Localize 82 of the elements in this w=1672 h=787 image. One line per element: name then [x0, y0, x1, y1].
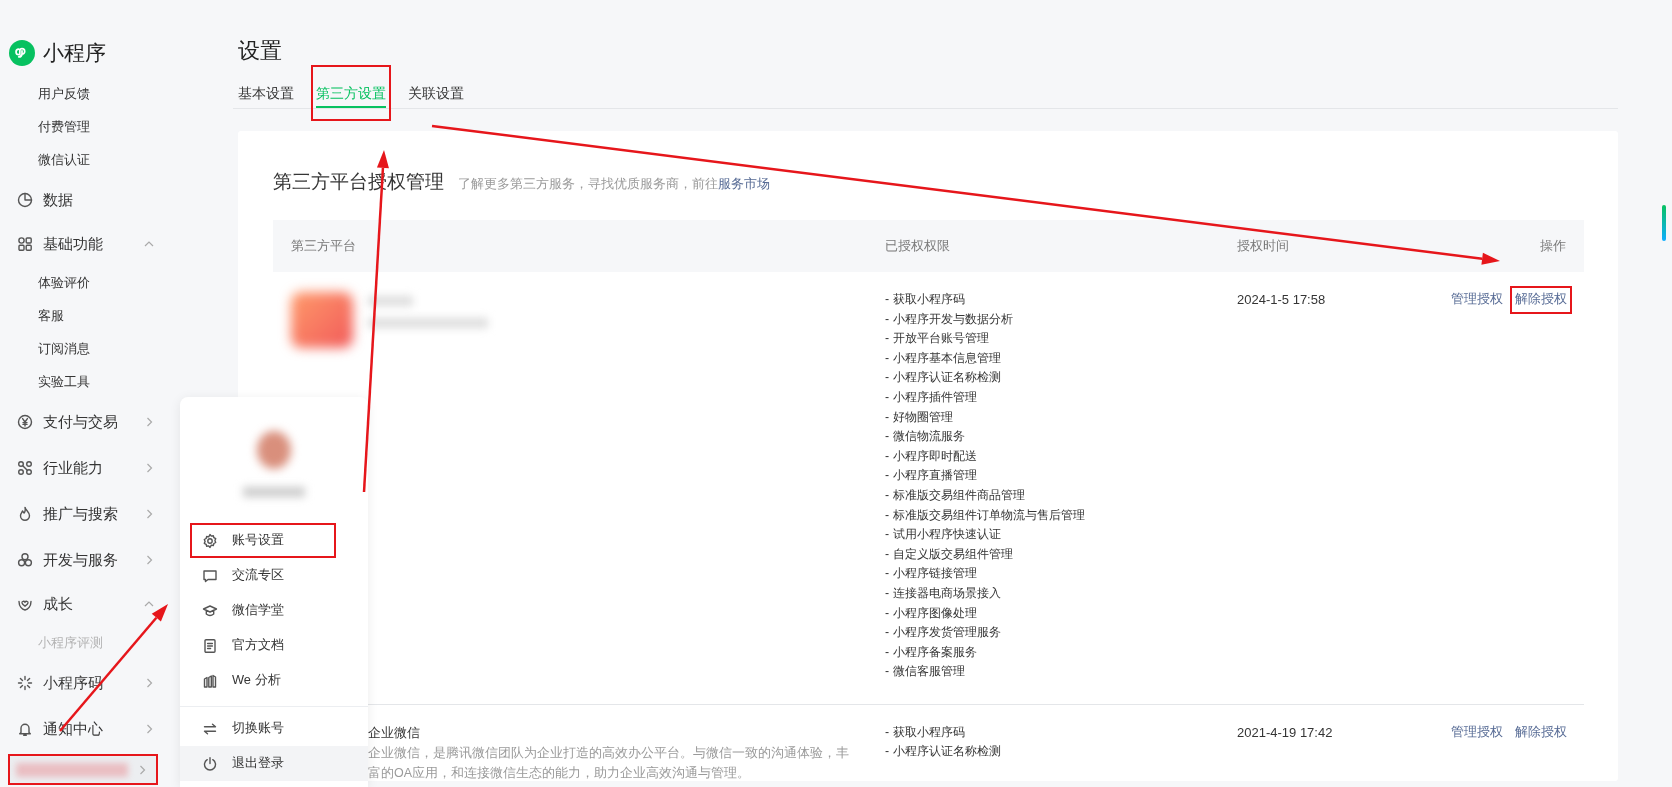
power-icon	[202, 755, 218, 772]
permission-item: - 标准版交易组件商品管理	[885, 486, 1026, 504]
link[interactable]: 管理授权	[1446, 286, 1508, 314]
sidebar-item[interactable]: 用户反馈	[33, 83, 95, 106]
column-header: 第三方平台	[273, 220, 867, 272]
permission-item: - 自定义版交易组件管理	[885, 545, 1014, 563]
column-header: 操作	[1401, 220, 1584, 272]
menu-item[interactable]: 微信学堂	[190, 593, 336, 628]
sparkle-icon	[17, 675, 33, 691]
app-logo-icon	[9, 40, 35, 66]
permission-item: - 获取小程序码	[885, 723, 966, 741]
permission-item: - 开放平台账号管理	[885, 330, 990, 348]
menu-item[interactable]: We 分析	[190, 663, 336, 698]
sidebar-item[interactable]: 数据	[0, 177, 165, 223]
sidebar-item[interactable]: 订阅消息	[33, 338, 95, 361]
menu-item[interactable]: 账号设置	[190, 523, 336, 558]
sidebar-item[interactable]: 客服	[33, 305, 69, 328]
nodes-icon	[17, 460, 33, 476]
link[interactable]: 解除授权	[1510, 718, 1572, 747]
permission-item: - 好物圈管理	[885, 408, 954, 426]
sidebar-item[interactable]: 微信认证	[33, 149, 95, 172]
graduation-cap-icon	[202, 602, 218, 619]
link[interactable]: 管理授权	[1446, 718, 1508, 747]
permission-item: - 获取小程序码	[885, 291, 966, 308]
menu-item[interactable]: 切换账号	[190, 711, 336, 746]
blurred-avatar	[257, 431, 291, 469]
blurred-text	[368, 296, 413, 306]
menu-item[interactable]: 交流专区	[190, 558, 336, 593]
permission-item: - 标准版交易组件订单物流与售后管理	[885, 506, 1086, 524]
tab[interactable]: 关联设置	[403, 65, 469, 121]
permission-item: - 小程序认证名称检测	[885, 369, 1002, 387]
menu-item[interactable]: 退出登录	[180, 746, 368, 781]
sidebar-item[interactable]: 开发与服务	[0, 537, 165, 583]
sidebar-item[interactable]: 付费管理	[33, 116, 95, 139]
sidebar-item[interactable]: 基础功能	[0, 223, 165, 265]
column-header: 已授权权限	[867, 220, 1219, 272]
blurred-logo	[291, 292, 353, 348]
yen-icon	[17, 414, 33, 430]
blurred-user-name	[243, 487, 305, 497]
permission-item: - 试用小程序快速认证	[885, 526, 1002, 544]
flame-icon	[17, 506, 33, 522]
sidebar-item[interactable]: 行业能力	[0, 445, 165, 491]
column-header: 授权时间	[1219, 220, 1402, 272]
permission-item: - 小程序即时配送	[885, 447, 978, 465]
scrollbar-thumb[interactable]	[1662, 205, 1666, 241]
flower-icon	[17, 552, 33, 568]
pie-chart-icon	[17, 192, 33, 208]
auth-time: 2024-1-5 17:58	[1237, 291, 1327, 309]
sidebar-item[interactable]: 成长	[0, 583, 165, 625]
tab[interactable]: 基本设置	[233, 65, 299, 121]
permission-item: - 小程序认证名称检测	[885, 743, 1002, 761]
permission-item: - 小程序插件管理	[885, 388, 978, 406]
document-icon	[202, 637, 218, 654]
chat-bubble-icon	[202, 567, 218, 584]
sidebar-item[interactable]: 支付与交易	[0, 399, 165, 445]
permission-item: - 连接器电商场景接入	[885, 584, 1002, 602]
permission-item: - 微信客服管理	[885, 663, 966, 681]
link[interactable]: 解除授权	[1510, 286, 1572, 314]
grid-icon	[17, 236, 33, 252]
permission-item: - 小程序开发与数据分析	[885, 310, 1014, 328]
menu-item[interactable]: 官方文档	[190, 628, 336, 663]
permission-item: - 微信物流服务	[885, 428, 966, 446]
settings-icon	[202, 532, 218, 549]
page-title: 设置	[238, 37, 283, 65]
link[interactable]: 服务市场	[718, 177, 770, 191]
permission-item: - 小程序备案服务	[885, 643, 978, 661]
sidebar-item[interactable]: 推广与搜索	[0, 491, 165, 537]
auth-time: 2021-4-19 17:42	[1237, 723, 1334, 742]
platform-name: 企业微信	[368, 723, 421, 742]
app-name: 小程序	[43, 40, 106, 66]
permission-item: - 小程序链接管理	[885, 565, 978, 583]
account-item[interactable]	[8, 754, 158, 785]
hint-text: 了解更多第三方服务，寻找优质服务商，前往服务市场	[458, 176, 770, 193]
bell-icon	[17, 721, 33, 737]
bar-chart-icon	[202, 672, 218, 689]
permission-item: - 小程序基本信息管理	[885, 349, 1002, 367]
sidebar-item[interactable]: 实验工具	[33, 371, 95, 394]
permission-item: - 小程序直播管理	[885, 467, 978, 485]
permission-item: - 小程序图像处理	[885, 604, 978, 622]
sidebar-item[interactable]: 通知中心	[0, 706, 165, 752]
permission-item: - 小程序发货管理服务	[885, 624, 1002, 642]
sidebar-item[interactable]: 体验评价	[33, 272, 95, 295]
